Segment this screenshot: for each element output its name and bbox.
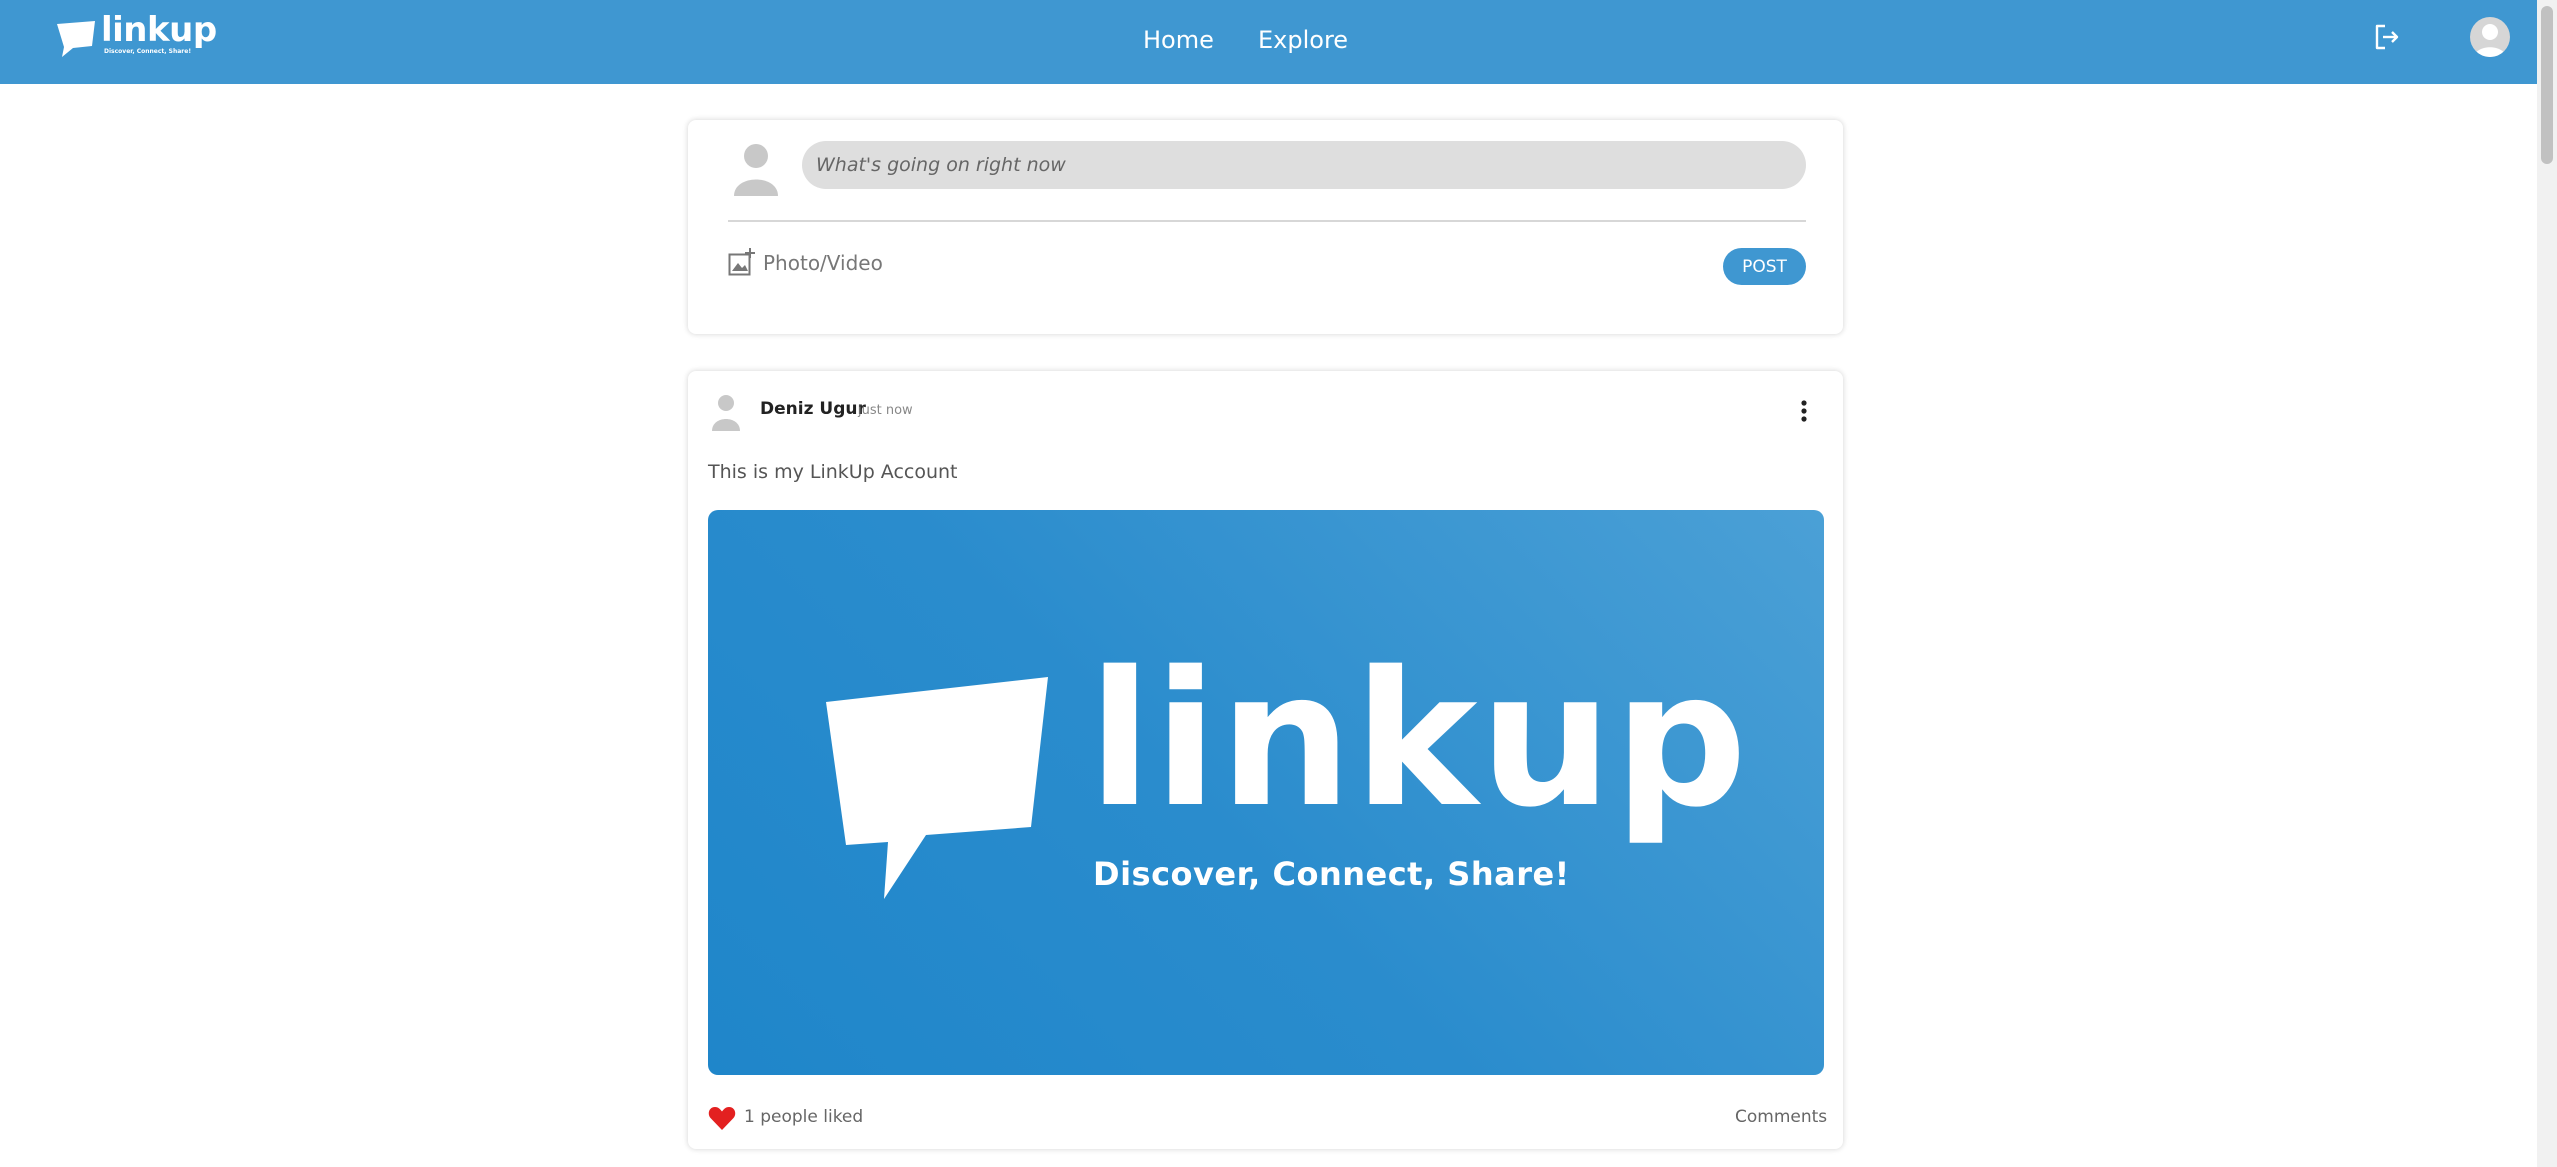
author-avatar-icon[interactable] (712, 393, 740, 431)
scrollbar-thumb[interactable] (2541, 6, 2553, 164)
user-avatar-icon (734, 144, 778, 196)
speech-bubble-logo-icon (57, 21, 95, 57)
heart-icon[interactable] (708, 1105, 736, 1131)
profile-avatar-button[interactable] (2470, 17, 2510, 57)
post-text: This is my LinkUp Account (708, 461, 958, 483)
speech-bubble-logo-icon (826, 677, 1048, 899)
page-scrollbar[interactable] (2537, 0, 2557, 1167)
logo-wordmark: linkup (101, 10, 217, 50)
top-navbar: linkup Discover, Connect, Share! Home Ex… (0, 0, 2537, 84)
post-image[interactable]: linkup Discover, Connect, Share! (708, 510, 1824, 1075)
logo-tagline: Discover, Connect, Share! (104, 48, 192, 55)
post-author-name[interactable]: Deniz Ugur (760, 399, 866, 419)
comments-link[interactable]: Comments (1735, 1107, 1827, 1127)
image-tagline: Discover, Connect, Share! (1093, 855, 1570, 893)
linkup-logo[interactable]: linkup Discover, Connect, Share! (55, 10, 217, 58)
image-wordmark: linkup (1088, 631, 1750, 848)
composer-divider (728, 220, 1806, 222)
post-composer: Photo/Video POST (688, 120, 1843, 334)
likes-count: 1 people liked (744, 1107, 864, 1127)
avatar-icon (2474, 24, 2506, 57)
post-card: Deniz Ugur just now This is my LinkUp Ac… (688, 371, 1843, 1149)
photo-video-label: Photo/Video (763, 251, 883, 275)
post-button[interactable]: POST (1723, 248, 1806, 285)
post-input[interactable] (802, 141, 1806, 189)
post-timestamp: just now (858, 403, 913, 418)
nav-explore-link[interactable]: Explore (1258, 24, 1348, 56)
nav-home-link[interactable]: Home (1143, 24, 1214, 56)
add-image-icon (728, 248, 755, 276)
logout-icon[interactable] (2372, 22, 2402, 52)
more-options-icon[interactable] (1800, 399, 1808, 423)
